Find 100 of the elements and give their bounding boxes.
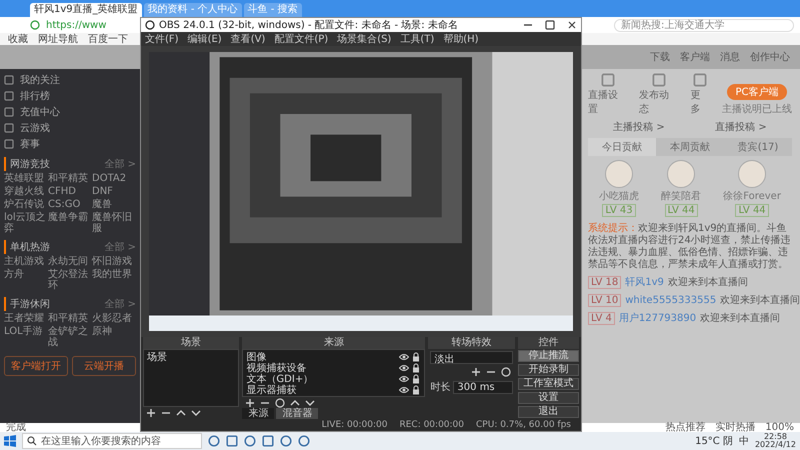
scene-item[interactable]: 场景 [147,351,236,362]
category-link[interactable]: 永劫无间 [48,256,92,267]
category-link[interactable]: 艾尔登法环 [48,269,92,291]
rank-link[interactable]: 主播投稿 > [613,120,665,134]
dock-tab[interactable]: 来源 [242,408,274,419]
bookmark-link[interactable]: 百度一下 [88,32,128,46]
category-link[interactable]: 英雄联盟 [4,173,48,184]
category-link[interactable]: LOL手游 [4,326,48,348]
browser-tab[interactable]: 轩风1v9直播_英雄联盟 [30,3,142,17]
weather-text[interactable]: 15°C 阴 [695,434,733,448]
clock[interactable]: 22:58 2022/4/12 [754,433,796,449]
status-item[interactable]: 实时热播 [715,423,756,432]
source-item[interactable]: 文本（GDI+） [246,372,314,386]
more-link[interactable]: 全部 > [104,157,136,171]
sidebar-item[interactable]: 赛事 [4,137,136,151]
category-link[interactable]: 金铲铲之战 [48,326,92,348]
dock-title: 场景 [143,337,240,349]
nav-link[interactable]: 下载 [650,50,670,64]
category-link[interactable]: 炉石传说 [4,199,48,210]
action-item[interactable]: 直播设置 [588,73,628,116]
category-link[interactable]: CS:GO [48,199,92,210]
category-link[interactable]: CFHD [48,186,92,197]
sidebar-item[interactable]: 我的关注 [4,73,136,87]
url-text[interactable]: https://www [46,20,106,30]
control-button[interactable]: 开始录制 [518,364,579,376]
category-link[interactable]: 和平精英 [48,313,92,324]
search-icon [27,436,37,446]
client-button[interactable]: PC客户端 [727,84,786,100]
menu-item[interactable]: 场景集合(S) [337,32,392,46]
category-link[interactable]: 主机游戏 [4,256,48,267]
menu-item[interactable]: 工具(T) [400,32,434,46]
control-button[interactable]: 退出 [518,406,579,418]
sidebar-item[interactable]: 排行榜 [4,89,136,103]
chat-user[interactable]: 轩风1v9 [625,275,664,289]
windows-logo-icon[interactable] [4,435,16,447]
chat-user[interactable]: 用户127793890 [618,311,696,325]
control-button[interactable]: 工作室模式 [518,378,579,390]
rank-tab[interactable]: 贵宾(17) [724,138,792,156]
source-item[interactable]: 显示器捕获 [246,382,296,396]
taskbar-search-field[interactable]: 在这里输入你要搜索的内容 [22,433,202,449]
rank-tab[interactable]: 本周贡献 [656,138,724,156]
category-link[interactable]: 魔兽怀旧服 [92,212,136,234]
duration-field[interactable]: 300 ms [453,380,513,394]
category-link[interactable]: 和平精英 [48,173,92,184]
nav-link[interactable]: 客户端 [680,50,710,64]
category-link[interactable]: 怀旧游戏 [92,256,136,267]
category-link[interactable]: lol云顶之弈 [4,212,48,234]
client-note: 主播说明已上线 [722,102,792,116]
category-link[interactable]: DNF [92,186,136,197]
category-link[interactable]: 魔兽争霸 [48,212,92,234]
browser-tab[interactable]: 我的资料 - 个人中心 [144,3,242,17]
search-field[interactable]: 新闻热搜:上海交通大学 [614,18,794,32]
category-link[interactable]: 魔兽 [92,199,136,210]
source-item[interactable]: 图像 [246,350,266,364]
category-link[interactable]: DOTA2 [92,173,136,184]
action-item[interactable]: 发布动态 [639,73,678,116]
ime-indicator[interactable]: 中 [738,434,749,448]
rank-tab[interactable]: 今日贡献 [588,138,656,156]
lock-icon [411,384,422,394]
category-link[interactable]: 我的世界 [92,269,136,291]
chat-message: 欢迎来到本直播间 [700,312,780,325]
section-title: 网游竞技 [10,158,50,171]
control-button[interactable]: 停止推流 [518,350,579,362]
nav-link[interactable]: 创作中心 [750,50,790,64]
category-link[interactable]: 王者荣耀 [4,313,48,324]
dock-title: 来源 [242,337,426,349]
bookmark-link[interactable]: 网址导航 [38,32,78,46]
sidebar-label: 充值中心 [20,106,60,119]
more-link[interactable]: 全部 > [104,297,136,311]
rank-link[interactable]: 直播投稿 > [715,120,767,134]
sidebar-item[interactable]: 云游戏 [4,121,136,135]
source-item[interactable]: 视频捕获设备 [246,360,306,374]
nav-link[interactable]: 消息 [720,50,740,64]
dock-title: 转场特效 [428,337,515,349]
category-link[interactable]: 穿越火线 [4,186,48,197]
eye-icon [399,352,410,362]
menu-item[interactable]: 编辑(E) [188,32,222,46]
menu-item[interactable]: 配置文件(P) [274,32,328,46]
chat-user[interactable]: white5555333555 [625,294,716,306]
dock-tab[interactable]: 混音器 [276,408,318,419]
bookmark-link[interactable]: 收藏 [8,32,28,46]
sidebar-button[interactable]: 客户端打开 [4,356,68,376]
category-link[interactable]: 火影忍者 [92,313,136,324]
menu-item[interactable]: 文件(F) [145,32,179,46]
status-item[interactable]: 热点推荐 [665,423,706,432]
action-item[interactable]: 更多 [690,73,710,116]
menu-item[interactable]: 帮助(H) [443,32,479,46]
action-label: 发布动态 [639,89,670,116]
taskbar-app-icon [244,435,256,447]
control-button[interactable]: 设置 [518,392,579,404]
transition-select[interactable]: 淡出 [430,351,513,364]
category-link[interactable]: 原神 [92,326,136,348]
sidebar-button[interactable]: 云端开播 [72,356,136,376]
taskbar-app-icon [208,435,220,447]
menu-item[interactable]: 查看(V) [230,32,266,46]
more-link[interactable]: 全部 > [104,240,136,254]
sidebar-item[interactable]: 充值中心 [4,105,136,119]
status-item[interactable]: 100% [765,423,794,432]
browser-tab[interactable]: 斗鱼 - 搜索 [244,3,302,17]
category-link[interactable]: 方舟 [4,269,48,291]
